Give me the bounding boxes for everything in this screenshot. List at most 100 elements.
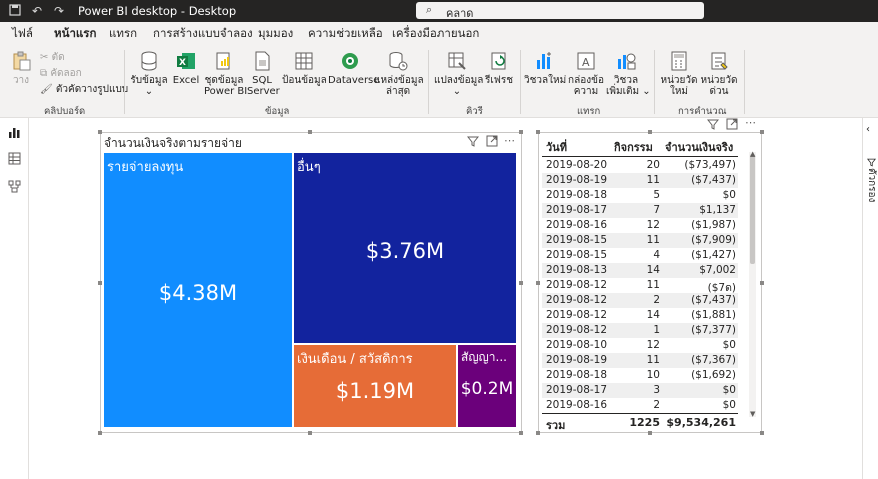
table-row[interactable]: 2019-08-15 11 ($7,909)	[542, 233, 738, 248]
resize-handle[interactable]	[648, 431, 652, 435]
resize-handle[interactable]	[98, 130, 102, 134]
resize-handle[interactable]	[519, 281, 523, 285]
search-input[interactable]: คลาด	[446, 4, 473, 22]
table-row[interactable]: 2019-08-12 2 ($7,437)	[542, 293, 738, 308]
more-options-icon[interactable]: ⋯	[504, 134, 515, 147]
search-box[interactable]: ⌕ คลาด	[416, 2, 704, 22]
cell-date: 2019-08-20	[546, 159, 608, 171]
resize-handle[interactable]	[760, 130, 764, 134]
table-row[interactable]: 2019-08-12 11 ($7ด)	[542, 278, 738, 294]
format-painter-button[interactable]: 🖌 ตัวคัดวางรูปแบบ	[40, 82, 128, 97]
tab-external-tools[interactable]: เครื่องมือภายนอก	[392, 25, 479, 43]
table-row[interactable]: 2019-08-17 7 $1,137	[542, 203, 738, 218]
resize-handle[interactable]	[536, 130, 540, 134]
table-row[interactable]: 2019-08-18 5 $0	[542, 188, 738, 203]
tab-home[interactable]: หน้าแรก	[54, 25, 97, 47]
enter-data-button[interactable]: ป้อนข้อมูล	[282, 50, 327, 86]
resize-handle[interactable]	[648, 130, 652, 134]
resize-handle[interactable]	[519, 130, 523, 134]
redo-icon[interactable]: ↷	[52, 4, 66, 18]
table-row[interactable]: 2019-08-16 12 ($1,987)	[542, 218, 738, 233]
transform-data-button[interactable]: แปลงข้อมูล ⌄	[434, 50, 483, 97]
table-row[interactable]: 2019-08-18 10 ($1,692)	[542, 368, 738, 383]
tile-capex[interactable]: รายจ่ายลงทุน $4.38M	[104, 153, 292, 427]
paste-button[interactable]: วาง	[8, 50, 34, 86]
resize-handle[interactable]	[98, 431, 102, 435]
chevron-down-icon: ⌄	[144, 86, 154, 97]
refresh-button[interactable]: รีเฟรช	[483, 50, 515, 86]
column-header-activity[interactable]: กิจกรรม	[614, 138, 653, 156]
tab-file[interactable]: ไฟล์	[12, 25, 33, 43]
get-data-button[interactable]: รับข้อมูล ⌄	[130, 50, 168, 97]
focus-mode-icon[interactable]	[726, 118, 738, 133]
more-visuals-button[interactable]: วิชวล เพิ่มเติม ⌄	[606, 50, 651, 97]
new-visual-button[interactable]: วิชวลใหม่	[524, 50, 566, 86]
column-header-date[interactable]: วันที่	[546, 138, 567, 156]
tile-contracts[interactable]: สัญญา... $0.2M	[458, 345, 516, 427]
model-view-icon[interactable]	[8, 180, 21, 193]
tab-help[interactable]: ความช่วยเหลือ	[308, 25, 383, 43]
cell-amount: $0	[722, 384, 736, 396]
cell-amount: ($1,987)	[691, 219, 736, 231]
resize-handle[interactable]	[536, 281, 540, 285]
resize-handle[interactable]	[536, 431, 540, 435]
table-row[interactable]: 2019-08-13 14 $7,002	[542, 263, 738, 278]
divider	[744, 50, 745, 114]
filter-icon[interactable]	[706, 119, 720, 133]
table-row[interactable]: 2019-08-17 3 $0	[542, 383, 738, 398]
cell-amount: $0	[722, 399, 736, 411]
recent-sources-button[interactable]: แหล่งข้อมูล ล่าสุด	[374, 50, 424, 97]
cell-date: 2019-08-19	[546, 354, 608, 366]
table-row[interactable]: 2019-08-19 11 ($7,437)	[542, 173, 738, 188]
cell-activity: 1	[653, 324, 660, 336]
data-view-icon[interactable]	[8, 152, 21, 165]
cell-amount: $0	[722, 189, 736, 201]
more-options-icon[interactable]: ⋯	[745, 116, 756, 129]
resize-handle[interactable]	[760, 281, 764, 285]
quick-measure-button[interactable]: หน่วยวัด ด่วน	[700, 50, 738, 97]
filter-icon[interactable]	[466, 136, 480, 150]
filters-pane-collapsed[interactable]: ‹ ตัวกรอง	[862, 118, 878, 479]
total-amount: $9,534,261	[666, 416, 736, 429]
scroll-down-icon[interactable]: ▼	[750, 410, 755, 418]
copy-button[interactable]: ⧉ คัดลอก	[40, 66, 82, 81]
window-title: Power BI desktop - Desktop	[78, 4, 237, 18]
excel-button[interactable]: X Excel	[172, 50, 200, 86]
tile-salary-benefits[interactable]: เงินเดือน / สวัสดิการ $1.19M	[294, 345, 456, 427]
resize-handle[interactable]	[760, 431, 764, 435]
sql-server-icon	[255, 51, 270, 71]
scroll-up-icon[interactable]: ▲	[750, 150, 755, 158]
table-scrollbar-thumb[interactable]	[750, 154, 755, 264]
pbi-datasets-button[interactable]: ชุดข้อมูล Power BI	[204, 50, 247, 97]
table-row[interactable]: 2019-08-12 14 ($1,881)	[542, 308, 738, 323]
save-icon[interactable]	[8, 4, 22, 18]
tab-view[interactable]: มุมมอง	[258, 25, 293, 43]
dataverse-button[interactable]: Dataverse	[328, 50, 379, 86]
undo-icon[interactable]: ↶	[30, 4, 44, 18]
resize-handle[interactable]	[308, 431, 312, 435]
tile-other[interactable]: อื่นๆ $3.76M	[294, 153, 516, 343]
cell-date: 2019-08-18	[546, 189, 608, 201]
resize-handle[interactable]	[519, 431, 523, 435]
table-row[interactable]: 2019-08-15 4 ($1,427)	[542, 248, 738, 263]
table-row[interactable]: 2019-08-20 20 ($73,497)	[542, 158, 738, 173]
table-row[interactable]: 2019-08-19 11 ($7,367)	[542, 353, 738, 368]
chevron-left-icon[interactable]: ‹	[866, 124, 870, 135]
excel-icon: X	[177, 53, 195, 69]
table-row[interactable]: 2019-08-16 2 $0	[542, 398, 738, 413]
report-view-icon[interactable]	[8, 126, 21, 139]
resize-handle[interactable]	[308, 130, 312, 134]
table-row[interactable]: 2019-08-10 12 $0	[542, 338, 738, 353]
new-measure-button[interactable]: หน่วยวัด ใหม่	[660, 50, 698, 97]
table-row[interactable]: 2019-08-12 1 ($7,377)	[542, 323, 738, 338]
column-header-amount[interactable]: จำนวนเงินจริง	[665, 138, 733, 156]
cell-amount: ($7,367)	[691, 354, 736, 366]
cut-button[interactable]: ✂ ตัด	[40, 50, 65, 65]
text-box-button[interactable]: A กล่องข้อ ความ	[566, 50, 606, 97]
tab-insert[interactable]: แทรก	[109, 25, 137, 43]
divider	[654, 50, 655, 114]
tab-modeling[interactable]: การสร้างแบบจำลอง	[153, 25, 253, 43]
focus-mode-icon[interactable]	[486, 135, 498, 150]
sql-server-button[interactable]: SQL Server	[247, 50, 280, 97]
resize-handle[interactable]	[98, 281, 102, 285]
